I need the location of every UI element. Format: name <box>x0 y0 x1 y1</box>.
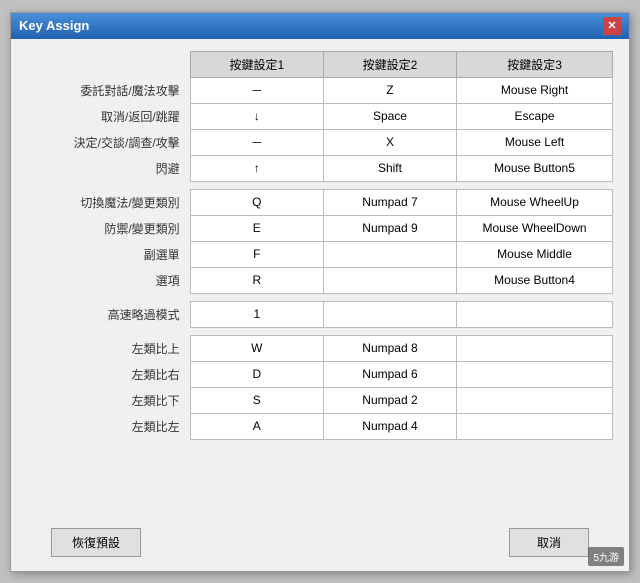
table-row: 閃避↑ShiftMouse Button5 <box>27 155 613 181</box>
row-label: 高速略過模式 <box>27 301 190 327</box>
row-label: 決定/交談/調查/攻擊 <box>27 129 190 155</box>
row-label: 防禦/變更類別 <box>27 215 190 241</box>
row-label: 副選單 <box>27 241 190 267</box>
header-col1: 按鍵設定1 <box>190 51 323 77</box>
key-cell-1-2-1[interactable] <box>323 241 456 267</box>
table-row: 左類比下SNumpad 2 <box>27 387 613 413</box>
key-cell-2-0-1[interactable] <box>323 301 456 327</box>
row-label: 選項 <box>27 267 190 293</box>
key-cell-1-1-1[interactable]: Numpad 9 <box>323 215 456 241</box>
key-cell-1-1-2[interactable]: Mouse WheelDown <box>457 215 613 241</box>
key-cell-2-0-0[interactable]: 1 <box>190 301 323 327</box>
table-row: 左類比右DNumpad 6 <box>27 361 613 387</box>
row-label: 切換魔法/變更類別 <box>27 189 190 215</box>
key-cell-1-0-2[interactable]: Mouse WheelUp <box>457 189 613 215</box>
restore-defaults-button[interactable]: 恢復預設 <box>51 528 141 557</box>
key-cell-1-2-0[interactable]: F <box>190 241 323 267</box>
row-label: 左類比左 <box>27 413 190 439</box>
key-cell-1-3-0[interactable]: R <box>190 267 323 293</box>
key-cell-3-1-2[interactable] <box>457 361 613 387</box>
key-cell-3-0-0[interactable]: W <box>190 335 323 361</box>
key-cell-0-3-1[interactable]: Shift <box>323 155 456 181</box>
key-cell-1-0-0[interactable]: Q <box>190 189 323 215</box>
title-bar: Key Assign ✕ <box>11 13 629 39</box>
key-cell-0-1-0[interactable]: ↓ <box>190 103 323 129</box>
table-row: 取消/返回/跳躍↓SpaceEscape <box>27 103 613 129</box>
key-cell-3-2-1[interactable]: Numpad 2 <box>323 387 456 413</box>
header-col2: 按鍵設定2 <box>323 51 456 77</box>
key-cell-0-1-1[interactable]: Space <box>323 103 456 129</box>
header-label <box>27 51 190 77</box>
key-cell-3-1-1[interactable]: Numpad 6 <box>323 361 456 387</box>
row-label: 閃避 <box>27 155 190 181</box>
key-cell-0-0-0[interactable]: － <box>190 77 323 103</box>
key-cell-0-0-1[interactable]: Z <box>323 77 456 103</box>
key-cell-0-0-2[interactable]: Mouse Right <box>457 77 613 103</box>
key-assign-table: 按鍵設定1 按鍵設定2 按鍵設定3 委託對話/魔法攻擊－ZMouse Right… <box>27 51 613 440</box>
key-cell-1-3-2[interactable]: Mouse Button4 <box>457 267 613 293</box>
row-label: 左類比上 <box>27 335 190 361</box>
key-cell-0-2-1[interactable]: X <box>323 129 456 155</box>
row-label: 委託對話/魔法攻擊 <box>27 77 190 103</box>
key-assign-window: Key Assign ✕ 按鍵設定1 按鍵設定2 按鍵設定3 委託對話/魔法攻擊… <box>10 12 630 572</box>
key-cell-3-3-2[interactable] <box>457 413 613 439</box>
key-cell-0-3-2[interactable]: Mouse Button5 <box>457 155 613 181</box>
table-row: 副選單F Mouse Middle <box>27 241 613 267</box>
key-cell-3-3-0[interactable]: A <box>190 413 323 439</box>
table-row: 委託對話/魔法攻擊－ZMouse Right <box>27 77 613 103</box>
key-table-container: 按鍵設定1 按鍵設定2 按鍵設定3 委託對話/魔法攻擊－ZMouse Right… <box>27 51 613 440</box>
key-cell-3-2-2[interactable] <box>457 387 613 413</box>
row-label: 左類比右 <box>27 361 190 387</box>
table-row: 選項R Mouse Button4 <box>27 267 613 293</box>
table-row: 左類比左ANumpad 4 <box>27 413 613 439</box>
key-cell-3-0-2[interactable] <box>457 335 613 361</box>
table-row: 防禦/變更類別ENumpad 9Mouse WheelDown <box>27 215 613 241</box>
row-label: 取消/返回/跳躍 <box>27 103 190 129</box>
key-cell-1-1-0[interactable]: E <box>190 215 323 241</box>
key-cell-3-0-1[interactable]: Numpad 8 <box>323 335 456 361</box>
key-cell-1-0-1[interactable]: Numpad 7 <box>323 189 456 215</box>
key-cell-2-0-2[interactable] <box>457 301 613 327</box>
row-label: 左類比下 <box>27 387 190 413</box>
table-row: 高速略過模式1 <box>27 301 613 327</box>
key-cell-0-3-0[interactable]: ↑ <box>190 155 323 181</box>
key-cell-0-1-2[interactable]: Escape <box>457 103 613 129</box>
key-cell-1-2-2[interactable]: Mouse Middle <box>457 241 613 267</box>
cancel-button[interactable]: 取消 <box>509 528 589 557</box>
window-title: Key Assign <box>19 18 89 33</box>
header-col3: 按鍵設定3 <box>457 51 613 77</box>
key-cell-0-2-0[interactable]: － <box>190 129 323 155</box>
key-cell-3-3-1[interactable]: Numpad 4 <box>323 413 456 439</box>
footer: 恢復預設 取消 <box>11 518 629 571</box>
table-row: 決定/交談/調查/攻擊－XMouse Left <box>27 129 613 155</box>
close-button[interactable]: ✕ <box>603 17 621 35</box>
key-cell-3-2-0[interactable]: S <box>190 387 323 413</box>
table-row: 左類比上WNumpad 8 <box>27 335 613 361</box>
key-cell-1-3-1[interactable] <box>323 267 456 293</box>
content-area: 按鍵設定1 按鍵設定2 按鍵設定3 委託對話/魔法攻擊－ZMouse Right… <box>11 39 629 518</box>
key-cell-0-2-2[interactable]: Mouse Left <box>457 129 613 155</box>
watermark: 5九游 <box>588 547 624 566</box>
key-cell-3-1-0[interactable]: D <box>190 361 323 387</box>
table-row: 切換魔法/變更類別QNumpad 7Mouse WheelUp <box>27 189 613 215</box>
